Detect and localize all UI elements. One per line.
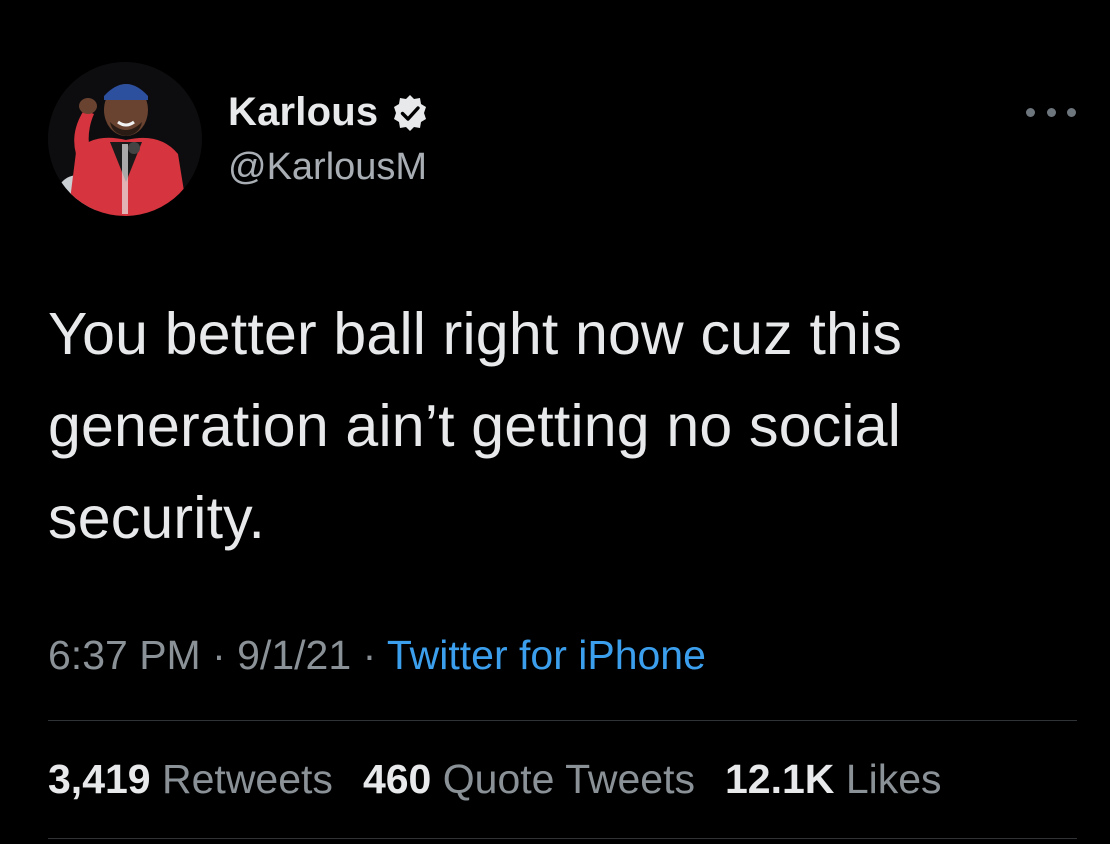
tweet-text: You better ball right now cuz this gener… — [48, 301, 903, 551]
more-dot — [1046, 107, 1056, 117]
verified-badge-icon — [390, 93, 430, 133]
more-dot — [1067, 107, 1076, 117]
tweet-stats: 3,419 Retweets 460 Quote Tweets 12.1K Li… — [48, 756, 942, 803]
tweet-time: 6:37 PM — [48, 632, 201, 678]
display-name-text: Karlous — [228, 90, 379, 134]
more-dot — [1026, 107, 1035, 117]
likes-count: 12.1K — [725, 756, 835, 802]
meta-separator: · — [362, 632, 387, 678]
meta-separator: · — [212, 632, 238, 678]
retweets-label: Retweets — [162, 756, 333, 802]
user-handle[interactable]: @KarlousM — [228, 146, 427, 189]
display-name[interactable]: Karlous — [228, 90, 430, 135]
divider — [48, 720, 1077, 721]
tweet-date: 9/1/21 — [237, 632, 352, 678]
likes-stat[interactable]: 12.1K Likes — [725, 756, 942, 803]
quote-tweets-label: Quote Tweets — [442, 756, 695, 802]
retweets-count: 3,419 — [48, 756, 151, 802]
tweet-source-link[interactable]: Twitter for iPhone — [387, 632, 706, 678]
more-options-icon[interactable] — [1026, 100, 1076, 124]
tweet-meta: 6:37 PM · 9/1/21 · Twitter for iPhone — [48, 632, 706, 679]
quote-tweets-stat[interactable]: 460 Quote Tweets — [363, 756, 695, 803]
quote-tweets-count: 460 — [362, 756, 432, 802]
tweet-card: Karlous @KarlousM You better ball right … — [0, 0, 1110, 844]
retweets-stat[interactable]: 3,419 Retweets — [48, 756, 333, 803]
likes-label: Likes — [845, 756, 942, 802]
avatar-image — [48, 62, 202, 216]
avatar[interactable] — [48, 62, 202, 216]
divider — [48, 838, 1077, 839]
